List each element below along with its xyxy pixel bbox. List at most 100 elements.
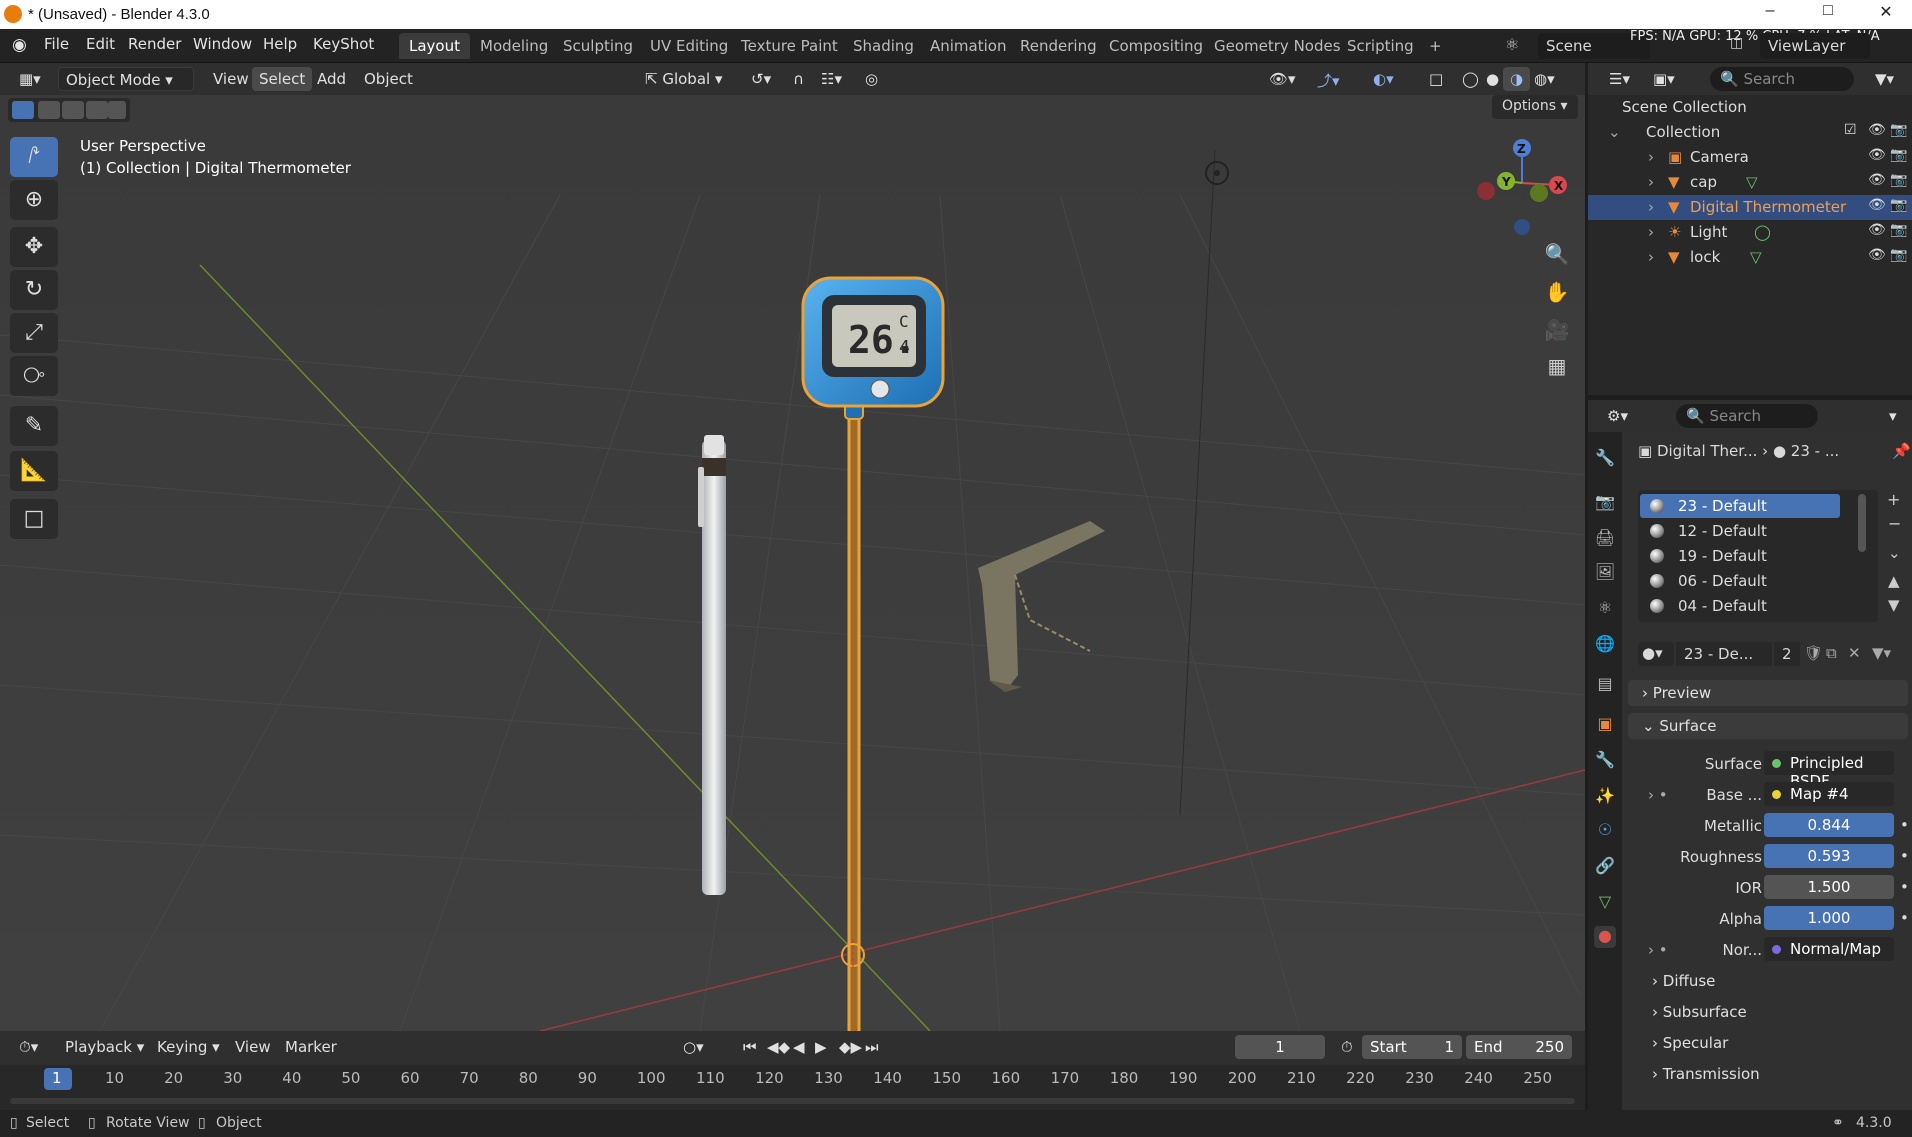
slot-list-scrollbar[interactable] [1858, 494, 1866, 552]
add-cube-tool-icon[interactable]: □ [10, 499, 58, 539]
world-tab-icon[interactable]: 🌐 [1594, 634, 1616, 656]
light-data-icon[interactable]: ◯ [1754, 223, 1771, 241]
xray-icon[interactable]: □ [1422, 67, 1450, 91]
expand-icon[interactable]: › [1648, 198, 1654, 216]
pin-icon[interactable]: 📌 [1892, 442, 1911, 460]
material-slot-item[interactable]: 06 - Default [1640, 569, 1840, 593]
select-box-tool-icon[interactable]: ⭚ [10, 137, 58, 177]
camera-view-icon[interactable]: 🎥 [1540, 313, 1574, 347]
transform-tool-icon[interactable]: ⧂ [10, 356, 58, 396]
jump-end-icon[interactable]: ⏭ [858, 1035, 886, 1059]
unlink-material-icon[interactable]: ✕ [1848, 644, 1861, 662]
view-layer-tab-icon[interactable]: 🖼 [1594, 562, 1616, 584]
scale-tool-icon[interactable]: ⤢ [10, 313, 58, 353]
output-tab-icon[interactable]: 🖨 [1594, 528, 1616, 550]
surface-section-title[interactable]: ⌄ Surface [1642, 717, 1717, 735]
select-invert-icon[interactable] [86, 101, 108, 119]
modifier-tab-icon[interactable]: 🔧 [1594, 750, 1616, 772]
viewlayer-icon[interactable]: ◫ [1730, 35, 1743, 51]
preview-section-title[interactable]: › Preview [1642, 684, 1711, 702]
collection-visibility-icon[interactable]: 👁 [1868, 122, 1886, 138]
preview-range-icon[interactable]: ⏱ [1334, 1035, 1360, 1059]
specular-subpanel[interactable]: › Specular [1652, 1034, 1728, 1052]
move-slot-down-icon[interactable]: ▼ [1888, 596, 1900, 614]
render-camera-icon[interactable]: 📷 [1890, 147, 1907, 163]
roughness-slider[interactable]: 0.593 [1764, 844, 1894, 868]
display-mode-icon[interactable]: ▣▾ [1646, 67, 1682, 91]
object-menu[interactable]: Object [357, 67, 420, 91]
tab-uv-editing[interactable]: UV Editing [640, 33, 738, 59]
mesh-data-icon[interactable]: ▽ [1750, 248, 1762, 266]
cap-object[interactable] [698, 435, 726, 895]
collection-render-icon[interactable]: 📷 [1890, 122, 1907, 138]
properties-editor-type-icon[interactable]: ⚙▾ [1600, 404, 1635, 428]
tab-sculpting[interactable]: Sculpting [553, 33, 643, 59]
subsurface-subpanel[interactable]: › Subsurface [1652, 1003, 1747, 1021]
particles-tab-icon[interactable]: ✨ [1594, 786, 1616, 808]
tab-texture-paint[interactable]: Texture Paint [731, 33, 848, 59]
snap-target-icon[interactable]: ☷▾ [814, 67, 849, 91]
expand-icon[interactable]: › [1648, 148, 1654, 166]
outliner-filter-icon[interactable]: ▼▾ [1868, 67, 1901, 91]
alpha-slider[interactable]: 1.000 [1764, 906, 1894, 930]
rendered-shading-icon[interactable]: ◍▾ [1527, 67, 1562, 91]
tree-item-camera[interactable]: › ▣ Camera 👁 📷 [1588, 145, 1912, 170]
tool-tab-icon[interactable]: 🔧 [1594, 448, 1616, 470]
tab-geometry-nodes[interactable]: Geometry Nodes [1204, 33, 1351, 59]
tree-item-collection[interactable]: ⌄ Collection ☑ 👁 📷 [1588, 120, 1912, 145]
render-camera-icon[interactable]: 📷 [1890, 222, 1907, 238]
visibility-eye-icon[interactable]: 👁 [1868, 247, 1886, 263]
close-button[interactable]: ✕ [1864, 2, 1908, 28]
tab-rendering[interactable]: Rendering [1010, 33, 1107, 59]
timeline-scrollbar[interactable] [10, 1098, 1575, 1104]
keying-menu[interactable]: Keying ▾ [150, 1035, 227, 1059]
overlay-toggle-icon[interactable]: ◐▾ [1366, 67, 1401, 91]
add-workspace-button[interactable]: + [1419, 33, 1452, 59]
remove-slot-icon[interactable]: − [1888, 514, 1901, 533]
base-color-expand-icon[interactable]: › • [1648, 786, 1668, 804]
cursor-tool-icon[interactable]: ⊕ [10, 180, 58, 220]
menu-window[interactable]: Window [193, 35, 252, 53]
data-tab-icon[interactable]: ▽ [1594, 892, 1616, 914]
menu-file[interactable]: File [44, 35, 69, 53]
perspective-toggle-icon[interactable]: ▦ [1540, 349, 1574, 383]
tab-compositing[interactable]: Compositing [1099, 33, 1213, 59]
render-tab-icon[interactable]: 📷 [1594, 492, 1616, 514]
outliner-search-input[interactable]: 🔍 Search [1710, 67, 1854, 91]
tab-modeling[interactable]: Modeling [470, 33, 558, 59]
material-tab-icon[interactable]: ● [1594, 926, 1616, 948]
object-mode-dropdown[interactable]: Object Mode ▾ [58, 67, 194, 91]
move-tool-icon[interactable]: ✥ [10, 227, 58, 267]
object-tab-icon[interactable]: ▣ [1594, 714, 1616, 736]
scene-icon[interactable]: ⚛ [1505, 35, 1519, 54]
minimize-button[interactable]: – [1748, 2, 1792, 28]
keyframe-dot-icon[interactable]: • [1900, 816, 1909, 834]
tree-item-lock[interactable]: › ▼ lock ▽ 👁 📷 [1588, 245, 1912, 270]
rotate-tool-icon[interactable]: ↻ [10, 270, 58, 310]
snap-icon[interactable]: ∩ [786, 67, 811, 91]
viewport-scene[interactable]: 26. C 4 Z X Y [0, 95, 1585, 1031]
fake-user-shield-icon[interactable]: 🛡 [1804, 644, 1823, 662]
normal-field[interactable]: Normal/Map [1764, 937, 1894, 961]
slot-specials-icon[interactable]: ⌄ [1888, 544, 1901, 562]
pan-hand-icon[interactable]: ✋ [1540, 275, 1574, 309]
add-slot-icon[interactable]: + [1887, 490, 1900, 509]
base-color-field[interactable]: Map #4 [1764, 782, 1894, 806]
material-slot-item[interactable]: 04 - Default [1640, 594, 1840, 618]
gizmo-toggle-icon[interactable]: ⤴▾ [1310, 67, 1347, 91]
menu-render[interactable]: Render [128, 35, 181, 53]
diffuse-subpanel[interactable]: › Diffuse [1652, 972, 1715, 990]
user-count-badge[interactable]: 2 [1774, 642, 1800, 666]
ior-field[interactable]: 1.500 [1764, 875, 1894, 899]
tree-item-cap[interactable]: › ▼ cap ▽ 👁 📷 [1588, 170, 1912, 195]
tree-item-scene-collection[interactable]: Scene Collection [1588, 95, 1912, 120]
render-camera-icon[interactable]: 📷 [1890, 197, 1907, 213]
orientation-dropdown[interactable]: ⇱ Global ▾ [638, 67, 730, 91]
move-slot-up-icon[interactable]: ▲ [1888, 572, 1900, 590]
material-slot-item[interactable]: 23 - Default [1640, 494, 1840, 518]
select-intersect-icon[interactable] [108, 101, 126, 119]
blender-menu-icon[interactable]: ◉ [12, 35, 27, 55]
visibility-eye-icon[interactable]: 👁 [1868, 222, 1886, 238]
collection-checkbox-icon[interactable]: ☑ [1844, 122, 1857, 138]
properties-options-icon[interactable]: ▾ [1882, 404, 1904, 428]
